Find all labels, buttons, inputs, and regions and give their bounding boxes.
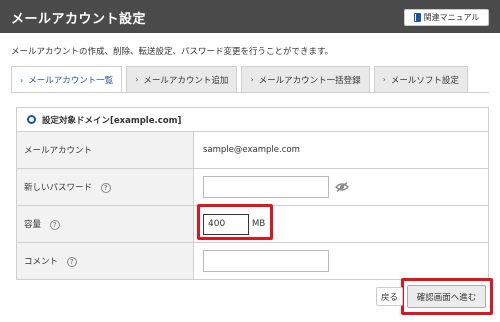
related-manual-label: 関連マニュアル xyxy=(423,13,480,22)
book-icon xyxy=(413,13,421,22)
help-icon[interactable]: ? xyxy=(49,219,60,230)
help-icon[interactable]: ? xyxy=(100,182,111,193)
chevron-right-icon: › xyxy=(250,75,254,84)
tab-label: メールアカウント追加 xyxy=(143,75,229,86)
password-value-cell xyxy=(193,168,489,206)
confirm-button[interactable]: 確認画面へ進む xyxy=(407,285,486,308)
tab-bulk-register[interactable]: › メールアカウント一括登録 xyxy=(241,66,370,92)
chevron-right-icon: › xyxy=(135,75,139,84)
password-label: 新しいパスワード xyxy=(24,183,93,193)
tab-account-add[interactable]: › メールアカウント追加 xyxy=(126,66,238,92)
form-row-password: 新しいパスワード ? xyxy=(16,168,489,206)
help-icon[interactable]: ? xyxy=(66,256,77,267)
radio-ring-icon xyxy=(27,115,36,124)
page-description: メールアカウントの作成、削除、転送設定、パスワード変更を行うことができます。 xyxy=(11,47,334,57)
chevron-right-icon: › xyxy=(20,75,24,85)
related-manual-button[interactable]: 関連マニュアル xyxy=(404,9,489,26)
account-label: メールアカウント xyxy=(16,131,194,169)
comment-label: コメント xyxy=(24,257,59,267)
tab-label: メールアカウント一覧 xyxy=(28,76,114,86)
target-domain-row: 設定対象ドメイン[example.com] xyxy=(16,107,489,131)
chevron-right-icon: › xyxy=(382,75,386,84)
comment-input[interactable] xyxy=(203,250,329,272)
new-password-input[interactable] xyxy=(203,176,329,198)
form-row-account: メールアカウント sample@example.com xyxy=(16,131,489,169)
quota-highlight xyxy=(197,204,273,240)
comment-label-cell: コメント ? xyxy=(16,242,194,280)
quota-label: 容量 xyxy=(24,220,42,230)
account-value: sample@example.com xyxy=(193,131,489,169)
tab-label: メールアカウント一括登録 xyxy=(258,75,361,86)
tab-bar: › メールアカウント一覧 › メールアカウント追加 › メールアカウント一括登録… xyxy=(11,66,468,93)
comment-value-cell xyxy=(193,242,489,280)
quota-label-cell: 容量 ? xyxy=(16,205,194,243)
tab-mail-software[interactable]: › メールソフト設定 xyxy=(373,66,468,92)
tab-label: メールソフト設定 xyxy=(390,75,459,86)
target-domain-label: 設定対象ドメイン[example.com] xyxy=(42,115,182,126)
page-header: メールアカウント設定 関連マニュアル xyxy=(0,0,500,33)
eye-slash-icon[interactable] xyxy=(334,182,349,192)
form-row-comment: コメント ? xyxy=(16,242,489,280)
back-button[interactable]: 戻る xyxy=(376,287,403,306)
page-title: メールアカウント設定 xyxy=(11,12,147,27)
tab-account-list[interactable]: › メールアカウント一覧 xyxy=(11,66,123,93)
password-label-cell: 新しいパスワード ? xyxy=(16,168,194,206)
